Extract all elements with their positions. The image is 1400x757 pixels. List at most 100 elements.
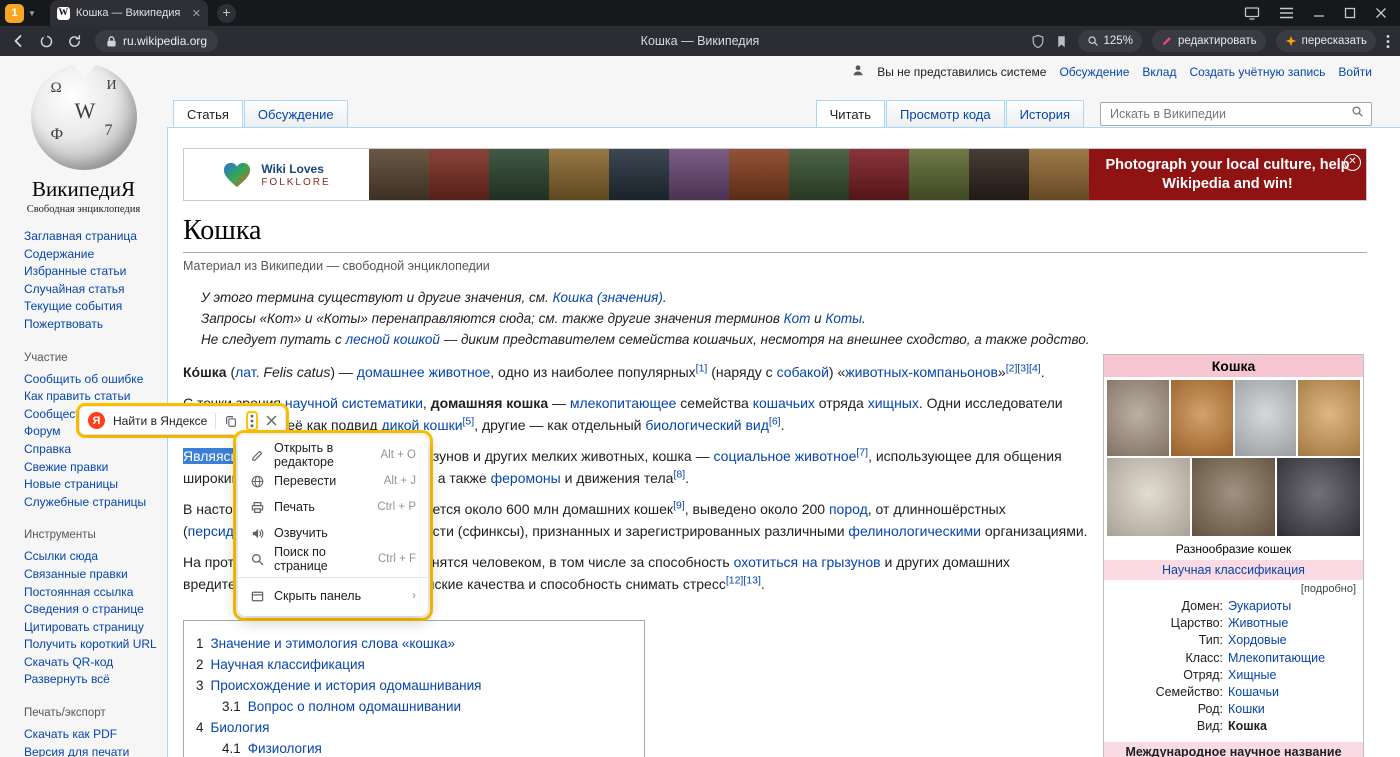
wiki-search-box[interactable]	[1100, 102, 1372, 126]
wiki-link[interactable]: Коты	[825, 311, 862, 326]
taxonomy-value[interactable]: Хищные	[1228, 667, 1276, 684]
context-menu-item[interactable]: Поиск по страницеCtrl + F	[238, 546, 428, 572]
toc-item[interactable]: 3Происхождение и история одомашнивания	[196, 675, 630, 696]
toc-item[interactable]: 2Научная классификация	[196, 654, 630, 675]
zoom-indicator[interactable]: 125%	[1078, 30, 1142, 52]
sidebar-link[interactable]: Сообщить об ошибке	[24, 371, 161, 389]
wiki-link[interactable]: феромоны	[491, 470, 561, 486]
selection-close-icon[interactable]	[266, 415, 277, 426]
sidebar-link[interactable]: Избранные статьи	[24, 263, 161, 281]
toc-link[interactable]: Происхождение и история одомашнивания	[211, 678, 482, 693]
page-tab[interactable]: Просмотр кода	[886, 100, 1005, 127]
back-icon[interactable]	[10, 33, 26, 49]
wiki-link[interactable]: научной систематики	[285, 395, 423, 411]
wikipedia-logo[interactable]: ΩИWФ7	[31, 64, 137, 170]
wiki-loves-folklore-banner[interactable]: Wiki Loves FOLKLORE Photograph your loca…	[183, 148, 1367, 201]
sidebar-link[interactable]: Скачать как PDF	[24, 726, 161, 744]
sidebar-link[interactable]: Ссылки сюда	[24, 548, 161, 566]
sidebar-link[interactable]: Служебные страницы	[24, 494, 161, 512]
wiki-link[interactable]: кошачьих	[753, 395, 815, 411]
find-in-yandex-button[interactable]: Найти в Яндексе	[113, 414, 207, 428]
sidebar-link[interactable]: Сведения о странице	[24, 601, 161, 619]
toc-link[interactable]: Вопрос о полном одомашнивании	[248, 699, 461, 714]
page-tab[interactable]: Читать	[816, 100, 885, 127]
classification-link[interactable]: Научная классификация	[1162, 563, 1305, 577]
minimize-icon[interactable]	[1313, 7, 1325, 19]
copy-icon[interactable]	[224, 414, 238, 428]
profile-badge[interactable]: 1	[5, 4, 24, 23]
site-permissions-icon[interactable]	[39, 34, 54, 49]
personal-link[interactable]: Обсуждение	[1059, 65, 1129, 79]
sidebar-link[interactable]: Развернуть всё	[24, 671, 161, 689]
sidebar-link[interactable]: Постоянная ссылка	[24, 584, 161, 602]
context-menu-item[interactable]: ПеревестиAlt + J	[238, 468, 428, 494]
bookmark-flag-icon[interactable]	[1055, 34, 1068, 49]
reload-icon[interactable]	[67, 34, 82, 49]
footnote-ref[interactable]: [7]	[856, 446, 868, 458]
toc-link[interactable]: Научная классификация	[211, 657, 365, 672]
profile-chevron-icon[interactable]: ▼	[28, 9, 36, 18]
search-icon[interactable]	[1351, 105, 1364, 123]
wiki-link[interactable]: хищных	[868, 395, 919, 411]
wiki-link[interactable]: Кот	[784, 311, 811, 326]
sidebar-link[interactable]: Получить короткий URL	[24, 636, 161, 654]
maximize-icon[interactable]	[1344, 7, 1356, 19]
taxonomy-value[interactable]: Эукариоты	[1228, 598, 1291, 615]
toc-link[interactable]: Биология	[211, 720, 270, 735]
selection-kebab-icon[interactable]	[250, 414, 254, 428]
wiki-link[interactable]: социальное животное	[714, 448, 857, 464]
footnote-ref[interactable]: [5]	[463, 415, 475, 427]
taxonomy-value[interactable]: Хордовые	[1228, 632, 1287, 649]
page-tab[interactable]: Обсуждение	[244, 100, 348, 127]
context-menu-item[interactable]: ПечатьCtrl + P	[238, 494, 428, 520]
sidebar-link[interactable]: Текущие события	[24, 298, 161, 316]
wiki-link[interactable]: домашнее животное	[357, 364, 490, 380]
new-tab-button[interactable]: +	[217, 4, 236, 23]
sidebar-link[interactable]: Новые страницы	[24, 476, 161, 494]
kebab-menu-icon[interactable]	[1386, 34, 1390, 49]
sidebar-link[interactable]: Цитировать страницу	[24, 619, 161, 637]
toc-item[interactable]: 3.1Вопрос о полном одомашнивании	[196, 696, 630, 717]
sidebar-link[interactable]: Пожертвовать	[24, 316, 161, 334]
sidebar-link[interactable]: Связанные правки	[24, 566, 161, 584]
footnote-ref[interactable]: [6]	[769, 415, 781, 427]
footnote-ref[interactable]: [8]	[673, 468, 685, 480]
taxonomy-value[interactable]: Кошачьи	[1228, 684, 1279, 701]
taxonomy-value[interactable]: Кошки	[1228, 701, 1265, 718]
personal-link[interactable]: Вклад	[1142, 65, 1176, 79]
taxonomy-value[interactable]: Млекопитающие	[1228, 650, 1325, 667]
toc-item[interactable]: 1Значение и этимология слова «кошка»	[196, 633, 630, 654]
context-menu-item[interactable]: Озвучить	[238, 520, 428, 546]
wiki-link[interactable]: охотиться на грызунов	[734, 554, 881, 570]
sidebar-link[interactable]: Случайная статья	[24, 281, 161, 299]
context-menu-item[interactable]: Скрыть панель›	[238, 583, 428, 609]
banner-close-icon[interactable]: ✕	[1344, 154, 1361, 171]
sidebar-link[interactable]: Свежие правки	[24, 459, 161, 477]
wiki-link[interactable]: млекопитающее	[570, 395, 677, 411]
personal-link[interactable]: Войти	[1338, 65, 1372, 79]
wiki-link[interactable]: Кошка (значения)	[553, 290, 663, 305]
page-tab[interactable]: Статья	[173, 100, 243, 127]
protect-shield-icon[interactable]	[1031, 34, 1045, 49]
cast-icon[interactable]	[1244, 6, 1260, 20]
retell-button[interactable]: пересказать	[1276, 30, 1376, 52]
sidebar-link[interactable]: Скачать QR-код	[24, 654, 161, 672]
footnote-ref[interactable]: [9]	[673, 499, 685, 511]
tab-close-icon[interactable]: ✕	[192, 7, 201, 20]
wiki-link[interactable]: биологический вид	[645, 417, 769, 433]
page-tab[interactable]: История	[1006, 100, 1084, 127]
wiki-link[interactable]: пород	[829, 501, 868, 517]
wiki-link[interactable]: лат.	[235, 364, 259, 380]
footnote-ref[interactable]: [12][13]	[726, 574, 761, 586]
wiki-link[interactable]: лесной кошкой	[346, 332, 440, 347]
menu-icon[interactable]	[1279, 7, 1294, 19]
toc-item[interactable]: 4Биология	[196, 717, 630, 738]
wiki-link[interactable]: собакой	[777, 364, 829, 380]
footnote-ref[interactable]: [2][3][4]	[1006, 362, 1041, 374]
wiki-search-input[interactable]	[1108, 106, 1351, 122]
close-icon[interactable]	[1375, 7, 1387, 19]
footnote-ref[interactable]: [1]	[696, 362, 708, 374]
toc-link[interactable]: Физиология	[248, 741, 322, 756]
browser-tab[interactable]: W Кошка — Википедия ✕	[50, 0, 208, 26]
sidebar-link[interactable]: Версия для печати	[24, 744, 161, 757]
